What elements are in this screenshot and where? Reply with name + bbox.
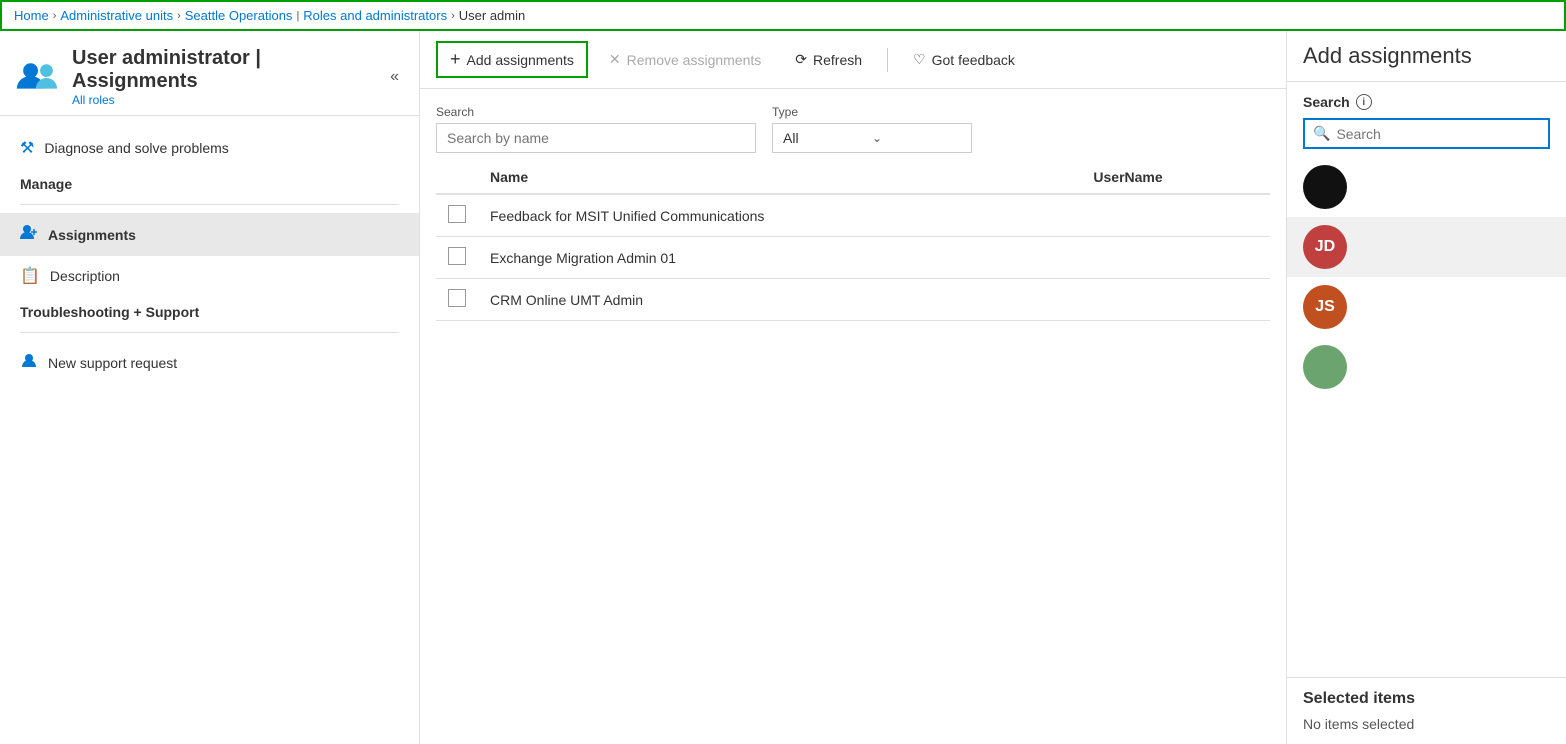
- heart-icon: ♡: [913, 51, 926, 68]
- no-items-text: No items selected: [1303, 716, 1550, 732]
- table-row[interactable]: Feedback for MSIT Unified Communications: [436, 194, 1270, 237]
- avatar-item-green[interactable]: [1287, 337, 1566, 397]
- avatar-item-top[interactable]: [1287, 157, 1566, 217]
- col-name-header: Name: [478, 161, 1081, 194]
- plus-icon: +: [450, 49, 461, 70]
- nav-diagnose[interactable]: ⚒ Diagnose and solve problems: [0, 128, 419, 168]
- type-filter-label: Type: [772, 105, 972, 119]
- avatar-list: JD JS: [1287, 157, 1566, 677]
- page-subtitle: All roles: [72, 93, 386, 107]
- row-name: Exchange Migration Admin 01: [478, 237, 1081, 279]
- selected-items-label: Selected items: [1303, 690, 1550, 708]
- chevron-down-icon: ⌄: [872, 131, 961, 145]
- avatar-circle-js: JS: [1303, 285, 1347, 329]
- row-username: [1081, 237, 1270, 279]
- breadcrumb-home[interactable]: Home: [14, 8, 49, 23]
- row-name: Feedback for MSIT Unified Communications: [478, 194, 1081, 237]
- manage-group-label: Manage: [0, 168, 419, 196]
- row-username: [1081, 194, 1270, 237]
- assignments-table-container: Name UserName Feedback for MSIT Unified …: [420, 161, 1286, 744]
- nav-new-support-label: New support request: [48, 355, 177, 371]
- type-select[interactable]: All ⌄: [772, 123, 972, 153]
- breadcrumb-roles[interactable]: Roles and administrators: [303, 8, 447, 23]
- row-name: CRM Online UMT Admin: [478, 279, 1081, 321]
- remove-assignments-label: Remove assignments: [627, 52, 762, 68]
- remove-assignments-button[interactable]: ✕ Remove assignments: [596, 44, 774, 75]
- right-panel-title: Add assignments: [1287, 31, 1566, 82]
- content-area: + Add assignments ✕ Remove assignments ⟳…: [420, 31, 1286, 744]
- description-icon: 📋: [20, 266, 40, 286]
- nav-assignments[interactable]: Assignments: [0, 213, 419, 256]
- type-select-value: All: [783, 130, 872, 146]
- x-icon: ✕: [609, 51, 621, 68]
- refresh-button[interactable]: ⟳ Refresh: [782, 44, 875, 75]
- avatar-circle-jd: JD: [1303, 225, 1347, 269]
- row-checkbox[interactable]: [448, 289, 466, 307]
- row-checkbox-cell: [436, 237, 478, 279]
- right-panel-search-box: 🔍: [1303, 118, 1550, 149]
- avatar-item-js[interactable]: JS: [1287, 277, 1566, 337]
- nav-divider-2: [20, 332, 399, 333]
- avatar-circle-green: [1303, 345, 1347, 389]
- nav-diagnose-label: Diagnose and solve problems: [44, 140, 228, 156]
- breadcrumb-seattle[interactable]: Seattle Operations: [185, 8, 293, 23]
- search-filter-label: Search: [436, 105, 756, 119]
- col-username-header: UserName: [1081, 161, 1270, 194]
- right-panel: Add assignments Search i 🔍 JD JS: [1286, 31, 1566, 744]
- type-filter-group: Type All ⌄: [772, 105, 972, 153]
- breadcrumb: Home › Administrative units › Seattle Op…: [0, 0, 1566, 31]
- nav-new-support[interactable]: New support request: [0, 341, 419, 384]
- row-checkbox-cell: [436, 194, 478, 237]
- assignments-icon: [20, 223, 38, 246]
- wrench-icon: ⚒: [20, 138, 34, 158]
- page-header: User administrator | Assignments All rol…: [0, 31, 419, 116]
- feedback-label: Got feedback: [932, 52, 1015, 68]
- nav-section: ⚒ Diagnose and solve problems Manage Ass…: [0, 116, 419, 396]
- row-checkbox[interactable]: [448, 247, 466, 265]
- avatar-circle-top: [1303, 165, 1347, 209]
- table-row[interactable]: Exchange Migration Admin 01: [436, 237, 1270, 279]
- refresh-label: Refresh: [813, 52, 862, 68]
- breadcrumb-admin-units[interactable]: Administrative units: [60, 8, 173, 23]
- col-checkbox: [436, 161, 478, 194]
- add-assignments-label: Add assignments: [467, 52, 574, 68]
- nav-divider-1: [20, 204, 399, 205]
- page-header-text: User administrator | Assignments All rol…: [72, 47, 386, 107]
- toolbar: + Add assignments ✕ Remove assignments ⟳…: [420, 31, 1286, 89]
- search-input[interactable]: [436, 123, 756, 153]
- refresh-icon: ⟳: [795, 51, 807, 68]
- row-checkbox[interactable]: [448, 205, 466, 223]
- right-panel-search-input[interactable]: [1336, 126, 1540, 142]
- row-checkbox-cell: [436, 279, 478, 321]
- support-icon: [20, 351, 38, 374]
- nav-assignments-label: Assignments: [48, 227, 136, 243]
- page-title: User administrator | Assignments: [72, 47, 386, 93]
- collapse-button[interactable]: «: [386, 64, 403, 90]
- table-row[interactable]: CRM Online UMT Admin: [436, 279, 1270, 321]
- info-icon[interactable]: i: [1356, 94, 1372, 110]
- nav-description[interactable]: 📋 Description: [0, 256, 419, 296]
- nav-description-label: Description: [50, 268, 120, 284]
- assignments-table: Name UserName Feedback for MSIT Unified …: [436, 161, 1270, 321]
- search-filter-group: Search: [436, 105, 756, 153]
- toolbar-divider: [887, 48, 888, 72]
- right-panel-search-label: Search i: [1287, 82, 1566, 114]
- avatar-item-jd[interactable]: JD: [1287, 217, 1566, 277]
- row-username: [1081, 279, 1270, 321]
- add-assignments-button[interactable]: + Add assignments: [436, 41, 588, 78]
- sidebar: User administrator | Assignments All rol…: [0, 31, 420, 744]
- user-admin-icon: [16, 59, 60, 95]
- support-group-label: Troubleshooting + Support: [0, 296, 419, 324]
- breadcrumb-current: User admin: [459, 8, 525, 23]
- search-icon: 🔍: [1313, 125, 1330, 142]
- selected-items-section: Selected items No items selected: [1287, 677, 1566, 744]
- filter-row: Search Type All ⌄: [420, 89, 1286, 161]
- feedback-button[interactable]: ♡ Got feedback: [900, 44, 1028, 75]
